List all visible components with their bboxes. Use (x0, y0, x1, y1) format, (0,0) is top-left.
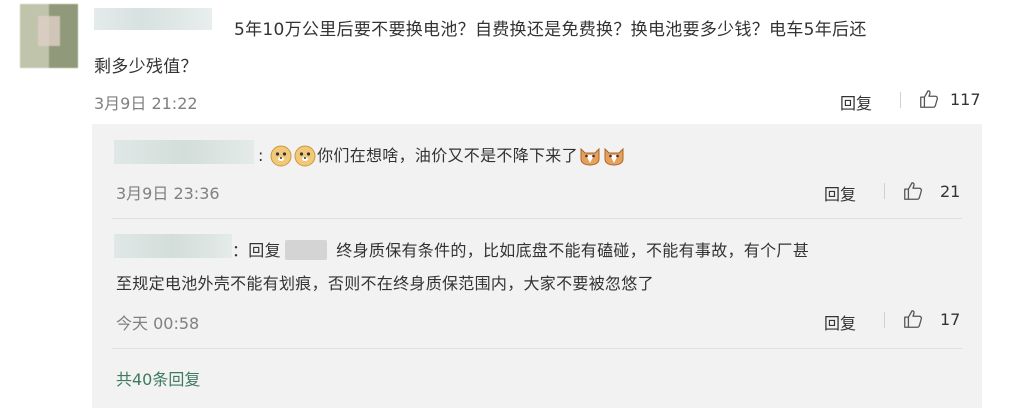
doge-emoji-icon (270, 145, 292, 167)
thumbs-up-icon[interactable] (918, 88, 940, 110)
view-all-replies-link[interactable]: 共40条回复 (116, 366, 200, 390)
action-separator (884, 183, 885, 199)
reply-target-username-blurred[interactable] (284, 240, 327, 260)
thumbs-up-icon[interactable] (902, 308, 924, 330)
reply-divider (112, 348, 962, 349)
comment-reply-button[interactable]: 回复 (840, 90, 872, 114)
reply1-timestamp: 3月9日 23:36 (116, 184, 220, 203)
reply2-text: ：回复 终身质保有条件的，比如底盘不能有磕碰，不能有事故，有个厂甚 (232, 236, 809, 266)
thumbs-up-icon[interactable] (902, 180, 924, 202)
comment-text: 5年10万公里后要不要换电池？自费换还是免费换？换电池要多少钱？电车5年后还 剩… (94, 12, 974, 86)
cat-emoji-icon (604, 147, 624, 166)
reply2-message-line1: 终身质保有条件的，比如底盘不能有磕碰，不能有事故，有个厂甚 (336, 241, 809, 260)
cat-emoji-icon (580, 147, 600, 166)
reply-divider (112, 218, 962, 219)
reply2-username-blurred[interactable] (114, 234, 232, 258)
comment-timestamp: 3月9日 21:22 (94, 94, 198, 113)
user-avatar[interactable] (20, 4, 78, 68)
reply2-prefix: ：回复 (232, 241, 281, 260)
reply1-like-count: 21 (940, 182, 961, 201)
reply1-colon: : (258, 146, 264, 165)
reply1-username-blurred[interactable] (114, 140, 254, 164)
reply1-text: : 你们在想啥，油价又不是不降下来了 (258, 142, 626, 167)
reply2-message-line2: 至规定电池外壳不能有划痕，否则不在终身质保范围内，大家不要被忽悠了 (116, 274, 654, 293)
action-separator (884, 312, 885, 328)
doge-emoji-icon (294, 145, 316, 167)
reply1-message: 你们在想啥，油价又不是不降下来了 (317, 146, 578, 165)
comment-text-line1: 5年10万公里后要不要换电池？自费换还是免费换？换电池要多少钱？电车5年后还 (234, 20, 867, 40)
reply2-timestamp: 今天 00:58 (116, 314, 200, 333)
comment-like-count: 117 (950, 90, 981, 109)
reply2-reply-button[interactable]: 回复 (824, 310, 856, 334)
comment-text-line2: 剩多少残值？ (94, 57, 198, 77)
reply2-like-count: 17 (940, 310, 961, 329)
reply1-reply-button[interactable]: 回复 (824, 181, 856, 205)
action-separator (900, 92, 901, 108)
